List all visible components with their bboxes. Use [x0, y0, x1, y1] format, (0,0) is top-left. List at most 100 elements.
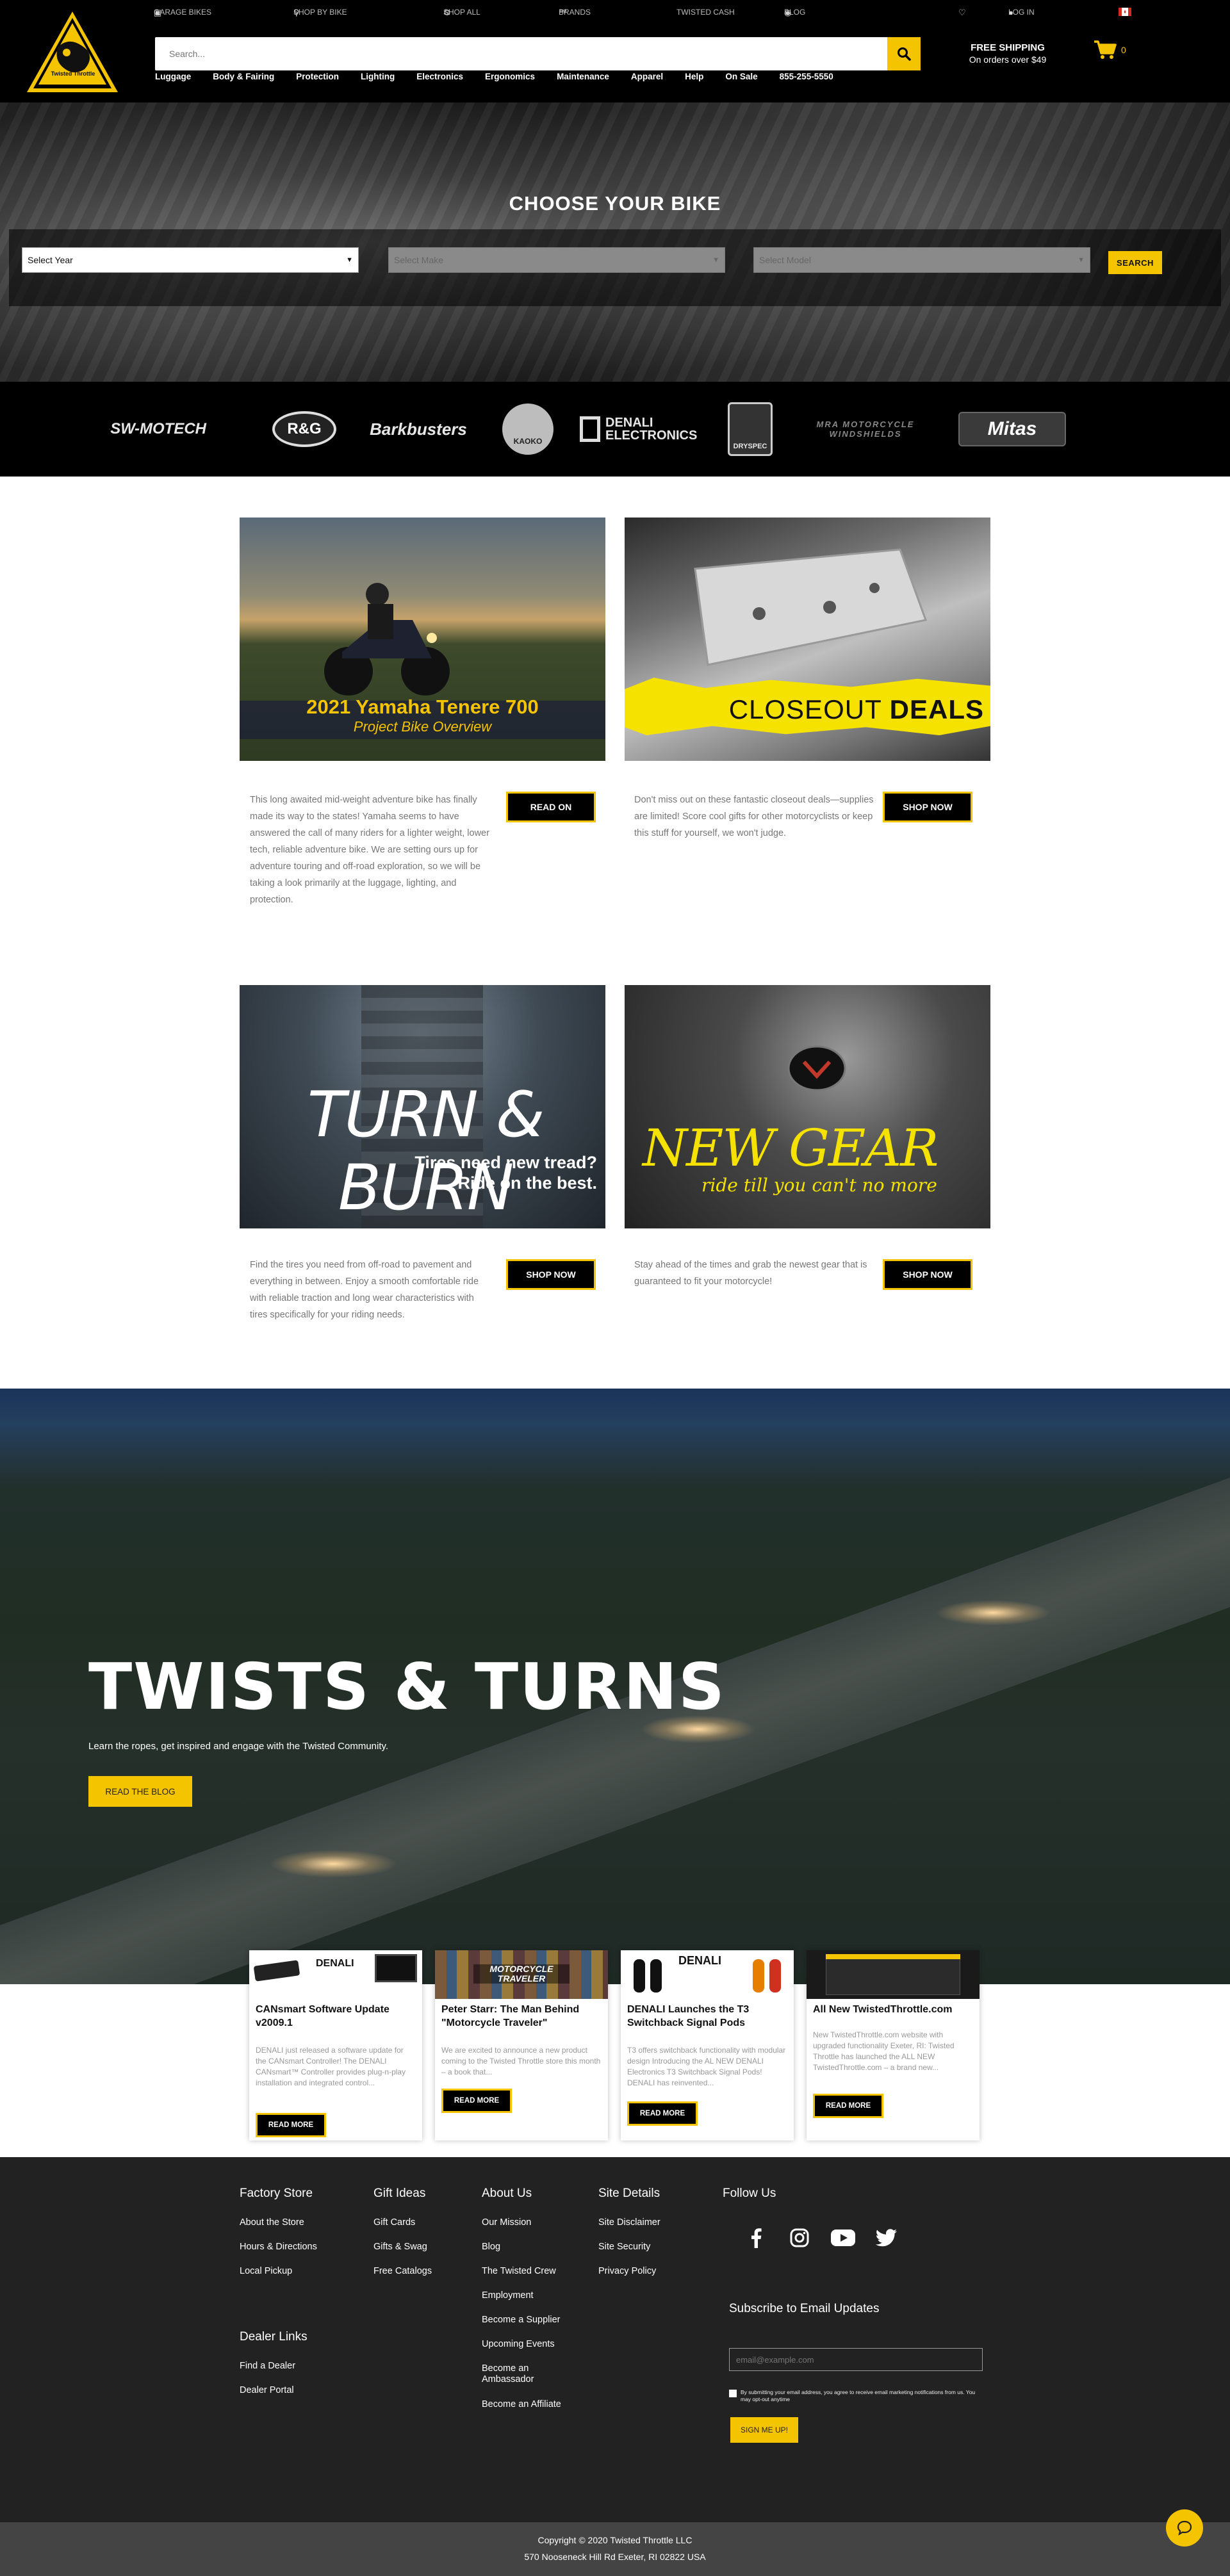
copyright-bar: Copyright © 2020 Twisted Throttle LLC 57… — [0, 2522, 1230, 2576]
brand-sw-motech[interactable]: SW-MOTECH — [109, 382, 206, 477]
nav-electronics[interactable]: Electronics — [416, 72, 463, 85]
canada-flag-icon[interactable] — [1119, 8, 1131, 16]
twitter-icon[interactable] — [874, 2225, 899, 2251]
blog-card[interactable]: MOTORCYCLE TRAVELER Peter Starr: The Man… — [435, 1950, 608, 2140]
search-button[interactable] — [887, 37, 921, 70]
brand-rg[interactable]: R&G — [269, 382, 340, 477]
brand-mra[interactable]: MRA MOTORCYCLE WINDSHIELDS — [800, 382, 931, 477]
nav-protection[interactable]: Protection — [296, 72, 339, 85]
blog-card[interactable]: All New TwistedThrottle.com New TwistedT… — [807, 1950, 980, 2140]
nav-apparel[interactable]: Apparel — [631, 72, 663, 85]
footer-link[interactable]: Hours & Directions — [240, 2242, 317, 2252]
read-on-button[interactable]: READ ON — [506, 792, 596, 822]
footer-link[interactable]: Free Catalogs — [373, 2266, 432, 2276]
brand-mitas[interactable]: Mitas — [957, 382, 1067, 477]
tires-image-title: TURN & BURN — [307, 1079, 545, 1225]
headlight-glow — [269, 1850, 397, 1878]
nav-ergonomics[interactable]: Ergonomics — [485, 72, 535, 85]
tires-promo-image[interactable]: TURN & BURN Tires need new tread? Ride o… — [240, 985, 605, 1228]
blog-card-image: DENALI — [621, 1950, 794, 1999]
site-header: Twisted Throttle ▣ GARAGE BIKES ⚲ SHOP BY … — [0, 0, 1230, 102]
brand-dryspec[interactable]: DRYSPEC — [726, 382, 774, 477]
facebook-icon[interactable] — [743, 2225, 769, 2251]
new-gear-image-subtitle: ride till you can't no more — [701, 1175, 937, 1196]
footer-factory-store: Factory Store About the Store Hours & Di… — [240, 2187, 317, 2276]
footer-link[interactable]: Site Security — [598, 2242, 660, 2252]
model-select[interactable]: Select Model ▼ — [753, 247, 1090, 273]
nav-luggage[interactable]: Luggage — [155, 72, 191, 85]
blog-card-title[interactable]: CANsmart Software Update v2009.1 — [256, 2003, 416, 2030]
nav-maintenance[interactable]: Maintenance — [557, 72, 609, 85]
nav-lighting[interactable]: Lighting — [361, 72, 395, 85]
blog-card-image — [807, 1950, 980, 1999]
site-logo[interactable]: Twisted Throttle — [24, 9, 120, 95]
tires-shop-now-button[interactable]: SHOP NOW — [506, 1259, 596, 1290]
closeout-shop-now-button[interactable]: SHOP NOW — [883, 792, 972, 822]
headlight-glow — [935, 1600, 1051, 1626]
read-more-button[interactable]: READ MORE — [256, 2113, 326, 2137]
email-input[interactable] — [729, 2348, 983, 2371]
instagram-icon[interactable] — [787, 2225, 812, 2251]
search-input[interactable] — [155, 37, 887, 70]
address-text: 570 Nooseneck Hill Rd Exeter, RI 02822 U… — [524, 2552, 706, 2562]
read-more-button[interactable]: READ MORE — [627, 2101, 698, 2126]
top-links: ▣ GARAGE BIKES ⚲ SHOP BY BIKE ⚙ SHOP ALL ™ B… — [154, 8, 1147, 20]
cart-count: 0 — [1121, 45, 1126, 55]
cart-icon — [1094, 40, 1117, 59]
nav-on-sale[interactable]: On Sale — [725, 72, 757, 85]
denali-logo-icon — [580, 416, 600, 442]
bike-selector-hero: CHOOSE YOUR BIKE Select Year ▼ Select Mak… — [0, 102, 1230, 382]
footer-link[interactable]: Become a Supplier — [482, 2315, 578, 2325]
tenere-promo-image[interactable]: 2021 Yamaha Tenere 700 Project Bike Over… — [240, 518, 605, 761]
footer-link[interactable]: Our Mission — [482, 2217, 578, 2228]
read-more-button[interactable]: READ MORE — [813, 2094, 883, 2118]
nav-help[interactable]: Help — [685, 72, 703, 85]
brand-denali[interactable]: DENALI ELECTRONICS — [577, 382, 705, 477]
footer-link[interactable]: Local Pickup — [240, 2266, 317, 2276]
blog-card-excerpt: New TwistedThrottle.com website with upg… — [813, 2030, 955, 2072]
year-select[interactable]: Select Year ▼ — [22, 247, 359, 273]
footer-link[interactable]: Become an Affiliate — [482, 2399, 578, 2409]
closeout-image-title-bold: DEALS — [889, 694, 984, 724]
footer-link[interactable]: Gift Cards — [373, 2217, 432, 2228]
new-gear-promo-image[interactable]: NEW GEAR ride till you can't no more — [625, 985, 990, 1228]
footer-link[interactable]: About the Store — [240, 2217, 317, 2228]
tires-image-subtitle-2: Ride on the best. — [457, 1173, 597, 1193]
footer-link[interactable]: Dealer Portal — [240, 2385, 308, 2395]
footer-link[interactable]: Privacy Policy — [598, 2266, 660, 2276]
blog-card[interactable]: DENALI CANsmart Software Update v2009.1 … — [249, 1950, 422, 2140]
footer-link[interactable]: Find a Dealer — [240, 2361, 308, 2371]
new-gear-image-title: NEW GEAR — [643, 1118, 939, 1178]
cart-button[interactable]: 0 — [1093, 40, 1126, 60]
read-more-button[interactable]: READ MORE — [441, 2089, 512, 2113]
footer-link[interactable]: Upcoming Events — [482, 2339, 578, 2349]
brand-barkbusters[interactable]: Barkbusters — [357, 382, 479, 477]
sign-up-button[interactable]: SIGN ME UP! — [730, 2417, 798, 2443]
make-select[interactable]: Select Make ▼ — [388, 247, 725, 273]
site-footer: Factory Store About the Store Hours & Di… — [0, 2157, 1230, 2522]
chat-button[interactable] — [1166, 2509, 1203, 2547]
blog-card[interactable]: DENALI DENALI Launches the T3 Switchback… — [621, 1950, 794, 2140]
footer-link[interactable]: The Twisted Crew — [482, 2266, 578, 2276]
brand-kaoko[interactable]: KAOKO — [501, 382, 555, 477]
bike-search-button[interactable]: SEARCH — [1108, 251, 1162, 274]
new-gear-shop-now-button[interactable]: SHOP NOW — [883, 1259, 972, 1290]
footer-link[interactable]: Gifts & Swag — [373, 2242, 432, 2252]
blog-card-title[interactable]: All New TwistedThrottle.com — [813, 2003, 973, 2016]
footer-link[interactable]: Blog — [482, 2242, 578, 2252]
youtube-icon[interactable] — [830, 2225, 856, 2251]
footer-link[interactable]: Employment — [482, 2290, 578, 2301]
consent-checkbox[interactable] — [729, 2390, 737, 2397]
nav-phone[interactable]: 855-255-5550 — [780, 72, 833, 85]
blog-card-excerpt: DENALI just released a software update f… — [256, 2046, 406, 2087]
motorcycle-illustration — [324, 583, 450, 696]
blog-card-title[interactable]: DENALI Launches the T3 Switchback Signal… — [627, 2003, 787, 2030]
footer-link[interactable]: Become an Ambassador — [482, 2363, 546, 2385]
nav-body-fairing[interactable]: Body & Fairing — [213, 72, 274, 85]
footer-link[interactable]: Site Disclaimer — [598, 2217, 660, 2228]
closeout-promo-image[interactable]: CLOSEOUT DEALS — [625, 518, 990, 761]
read-the-blog-button[interactable]: READ THE BLOG — [88, 1776, 192, 1807]
shipping-sub: On orders over $49 — [969, 54, 1047, 65]
free-shipping-notice: FREE SHIPPING On orders over $49 — [966, 42, 1049, 65]
blog-card-title[interactable]: Peter Starr: The Man Behind "Motorcycle … — [441, 2003, 602, 2030]
